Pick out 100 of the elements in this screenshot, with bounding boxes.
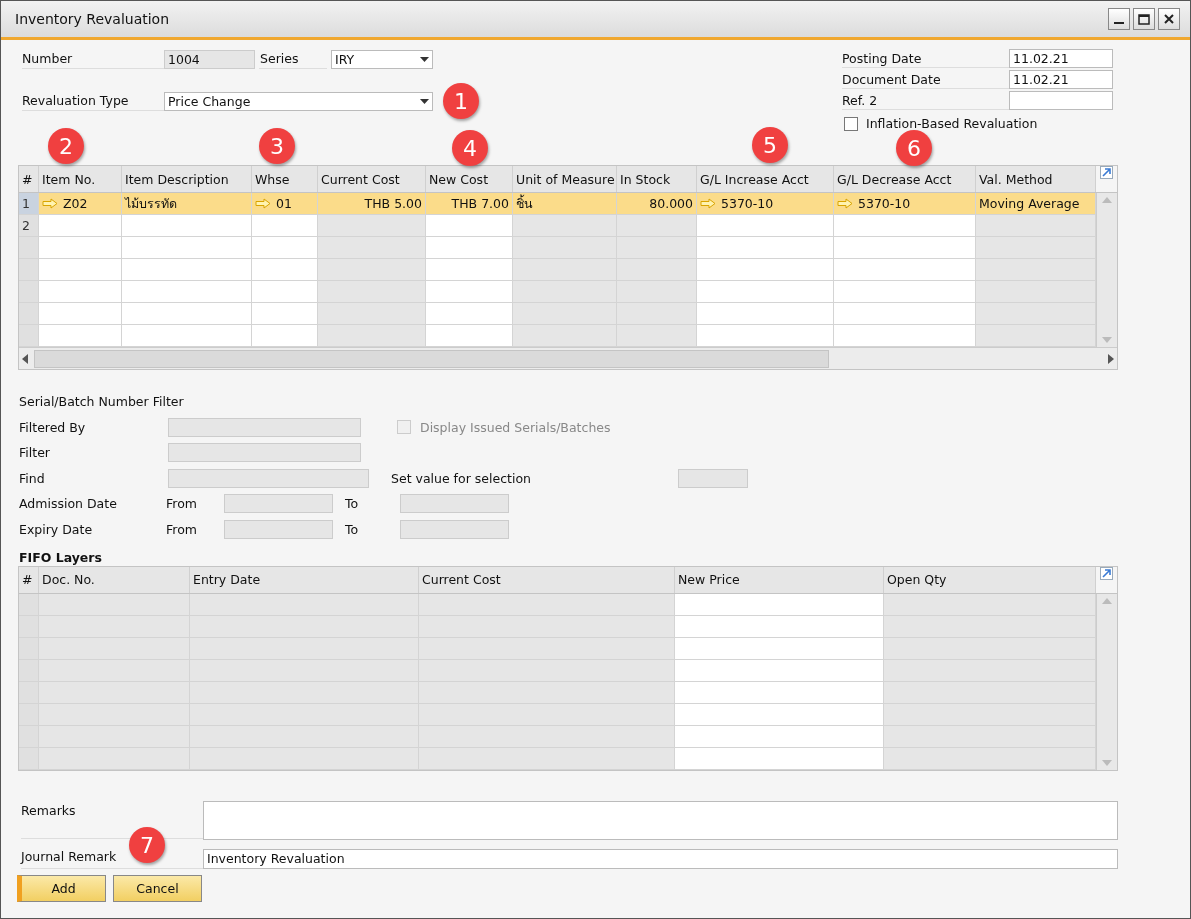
column-header[interactable]: Unit of Measure xyxy=(513,166,617,192)
row-header[interactable] xyxy=(19,637,39,660)
table-cell xyxy=(252,325,318,347)
field-label: Filtered By xyxy=(19,419,87,435)
field-label: From xyxy=(166,521,198,537)
maximize-icon[interactable] xyxy=(1138,13,1150,25)
column-header[interactable]: G/L Decrease Acct xyxy=(834,166,976,192)
field-label: Document Date xyxy=(842,70,1009,89)
input-field[interactable]: 11.02.21 xyxy=(1009,49,1113,68)
link-arrow-icon[interactable] xyxy=(42,198,58,209)
column-header[interactable]: Current Cost xyxy=(419,566,675,593)
column-header[interactable]: Whse xyxy=(252,166,318,192)
checkbox[interactable] xyxy=(844,116,858,131)
cancel-button[interactable]: Cancel xyxy=(113,874,202,902)
section-title: FIFO Layers xyxy=(19,549,103,566)
series-dropdown[interactable]: IRY xyxy=(331,49,433,69)
close-button[interactable] xyxy=(1158,8,1180,30)
column-header[interactable]: Doc. No. xyxy=(39,566,190,593)
field-label: To xyxy=(345,496,360,511)
scroll-up-icon[interactable] xyxy=(1102,197,1112,203)
field-label: Set value for selection xyxy=(391,470,532,486)
column-header[interactable]: Item Description xyxy=(122,166,252,192)
field-label: To xyxy=(345,521,360,537)
maximize-button[interactable] xyxy=(1133,8,1155,30)
field-label: Ref. 2 xyxy=(842,91,1009,110)
close-icon[interactable] xyxy=(1164,14,1174,24)
field-label: From xyxy=(166,496,198,511)
journal-remark-field[interactable]: Inventory Revaluation xyxy=(203,848,1118,869)
link-arrow-icon[interactable] xyxy=(700,198,716,209)
row-header[interactable] xyxy=(19,747,39,770)
field-label: Series xyxy=(259,49,327,69)
scroll-up-icon[interactable] xyxy=(1102,597,1112,604)
table-cell: ชิ้น xyxy=(513,193,617,215)
field-label: Filter xyxy=(19,445,51,460)
column-header[interactable]: New Cost xyxy=(426,166,513,192)
column-header[interactable]: In Stock xyxy=(617,166,697,192)
table-cell: Moving Average xyxy=(976,193,1096,215)
column-header[interactable]: # xyxy=(19,166,39,192)
horizontal-scrollbar[interactable] xyxy=(19,347,1117,369)
row-header[interactable] xyxy=(19,237,39,259)
table-cell: 80.000 xyxy=(617,193,697,215)
dropdown-arrow-icon[interactable] xyxy=(420,98,429,104)
row-header[interactable] xyxy=(19,615,39,638)
scroll-left-icon[interactable] xyxy=(22,353,28,364)
section-title: Serial/Batch Number Filter xyxy=(19,392,185,411)
scroll-down-icon[interactable] xyxy=(1102,759,1112,766)
input-field[interactable]: 11.02.21 xyxy=(1009,70,1113,89)
table-cell: 5370-10 xyxy=(697,193,834,215)
link-arrow-icon[interactable] xyxy=(255,198,271,209)
column-header[interactable]: New Price xyxy=(675,566,884,593)
row-number[interactable]: 1 xyxy=(19,193,39,215)
row-header[interactable] xyxy=(19,659,39,682)
input-field[interactable] xyxy=(1009,91,1113,110)
column-header[interactable]: Current Cost xyxy=(318,166,426,192)
row-header[interactable] xyxy=(19,593,39,616)
add-button[interactable]: Add xyxy=(17,874,106,902)
column-header[interactable]: Entry Date xyxy=(190,566,419,593)
field-label: Admission Date xyxy=(19,496,118,511)
expand-icon[interactable] xyxy=(1100,166,1113,179)
revaluation-type-dropdown[interactable]: Price Change xyxy=(164,91,433,111)
table-cell: 5370-10 xyxy=(834,193,976,215)
callout-badge: 1 xyxy=(443,83,479,119)
column-header[interactable]: Open Qty xyxy=(884,566,1096,593)
input-field xyxy=(678,468,748,488)
column-header[interactable]: G/L Increase Acct xyxy=(697,166,834,192)
callout-badge: 4 xyxy=(452,130,488,166)
row-header[interactable] xyxy=(19,703,39,726)
minimize-button[interactable] xyxy=(1108,8,1130,30)
window-title: Inventory Revaluation xyxy=(15,11,170,27)
row-number[interactable]: 2 xyxy=(19,215,39,237)
callout-badge: 3 xyxy=(259,128,295,164)
row-header[interactable] xyxy=(19,259,39,281)
field-label: Expiry Date xyxy=(19,521,94,537)
row-header[interactable] xyxy=(19,281,39,303)
link-arrow-icon[interactable] xyxy=(837,198,853,209)
table-cell xyxy=(252,281,318,303)
row-header[interactable] xyxy=(19,681,39,704)
expand-icon[interactable] xyxy=(1100,566,1113,580)
table-cell xyxy=(252,303,318,325)
table-cell: 01 xyxy=(252,193,318,215)
column-header[interactable]: Val. Method xyxy=(976,166,1096,192)
callout-badge: 6 xyxy=(896,130,932,166)
row-header[interactable] xyxy=(19,325,39,347)
scroll-down-icon[interactable] xyxy=(1102,337,1112,343)
table-cell: THB 5.00 xyxy=(318,193,426,215)
table-cell: ไม้บรรทัด xyxy=(122,193,252,215)
table-cell: Z02 xyxy=(39,193,122,215)
dropdown-arrow-icon[interactable] xyxy=(420,56,429,62)
column-header[interactable]: Item No. xyxy=(39,166,122,192)
row-header[interactable] xyxy=(19,725,39,748)
column-header[interactable]: # xyxy=(19,566,39,593)
scroll-right-icon[interactable] xyxy=(1108,353,1114,364)
field-label: Posting Date xyxy=(842,49,1009,68)
table-cell: THB 7.00 xyxy=(426,193,513,215)
field-label: Find xyxy=(19,470,46,486)
row-header[interactable] xyxy=(19,303,39,325)
callout-badge: 2 xyxy=(48,128,84,164)
remarks-field[interactable] xyxy=(203,800,1118,840)
checkbox-label[interactable]: Inflation-Based Revaluation xyxy=(866,116,1038,131)
table-cell xyxy=(252,259,318,281)
